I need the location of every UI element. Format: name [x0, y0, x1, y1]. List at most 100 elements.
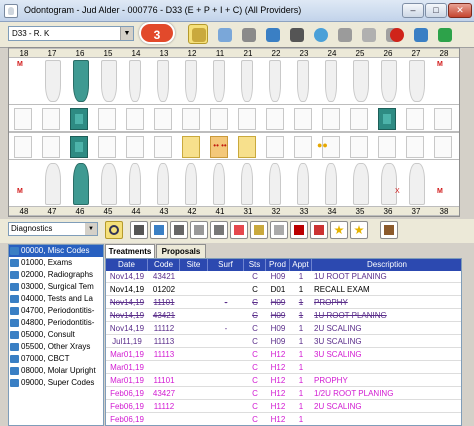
perio-chart-button[interactable] — [262, 24, 282, 44]
tooth-42[interactable] — [185, 163, 197, 205]
surface-cell-28[interactable] — [434, 108, 452, 130]
table-row[interactable]: Nov14,19 43421 C H09 1 1U ROOT PLANING — [106, 271, 461, 283]
col-header-description[interactable]: Description — [312, 259, 461, 271]
col-header-appt[interactable]: Appt — [290, 259, 312, 271]
tooth-number-48[interactable]: 48 — [10, 207, 38, 216]
tooth-16[interactable] — [73, 60, 89, 102]
tooth-35[interactable] — [353, 163, 369, 205]
edit-button[interactable] — [380, 221, 398, 239]
tooth-number-36[interactable]: 36 — [374, 207, 402, 216]
code-category-item[interactable]: 00000, Misc Codes — [9, 245, 103, 257]
missing-button[interactable] — [290, 221, 308, 239]
tooth-number-21[interactable]: 21 — [234, 49, 262, 58]
tooth-number-44[interactable]: 44 — [122, 207, 150, 216]
tooth-44[interactable] — [129, 163, 141, 205]
hygiene-button[interactable] — [150, 221, 168, 239]
tooth-number-43[interactable]: 43 — [150, 207, 178, 216]
tooth-46[interactable] — [73, 163, 89, 205]
forward-button[interactable] — [410, 24, 430, 44]
bridge-button[interactable] — [190, 221, 208, 239]
surface-cell-41[interactable] — [210, 136, 229, 158]
code-category-item[interactable]: 05000, Consult — [9, 329, 103, 341]
tooth-number-45[interactable]: 45 — [94, 207, 122, 216]
col-header-sts[interactable]: Sts — [244, 259, 266, 271]
star-button[interactable] — [330, 221, 348, 239]
surface-cell-42[interactable] — [182, 136, 200, 158]
code-category-item[interactable]: 05500, Other Xrays — [9, 341, 103, 353]
tooth-45[interactable] — [101, 163, 117, 205]
surface-cell-18[interactable] — [14, 108, 32, 130]
surface-cell-46[interactable] — [70, 136, 88, 158]
tooth-14[interactable] — [129, 60, 141, 102]
tooth-number-47[interactable]: 47 — [38, 207, 66, 216]
surface-cell-24[interactable] — [322, 108, 340, 130]
tooth-number-22[interactable]: 22 — [262, 49, 290, 58]
tooth-select-tool-button[interactable] — [188, 24, 208, 44]
surface-cell-15[interactable] — [98, 108, 116, 130]
tooth-15[interactable] — [101, 60, 117, 102]
chevron-down-icon[interactable]: ▼ — [85, 223, 97, 235]
surface-cell-45[interactable] — [98, 136, 116, 158]
table-row[interactable]: Mar01,19 C H12 1 — [106, 362, 461, 374]
table-row[interactable]: Feb06,19 43427 C H12 1 1/2U ROOT PLANING — [106, 388, 461, 400]
tooth-number-13[interactable]: 13 — [150, 49, 178, 58]
notes-button[interactable] — [358, 24, 378, 44]
surface-cell-43[interactable] — [154, 136, 172, 158]
surface-cell-12[interactable] — [182, 108, 200, 130]
tooth-34[interactable] — [325, 163, 337, 205]
surface-cell-32[interactable] — [266, 136, 284, 158]
star2-button[interactable] — [350, 221, 368, 239]
code-category-item[interactable]: 01000, Exams — [9, 257, 103, 269]
tooth-37[interactable] — [409, 163, 425, 205]
tooth-number-18[interactable]: 18 — [10, 49, 38, 58]
hygiene-tool-button[interactable] — [214, 24, 234, 44]
surface-cell-33[interactable] — [294, 136, 312, 158]
tooth-23[interactable] — [297, 60, 309, 102]
surface-cell-21[interactable] — [238, 108, 256, 130]
tooth-number-37[interactable]: 37 — [402, 207, 430, 216]
surface-cell-25[interactable] — [350, 108, 368, 130]
tooth-11[interactable] — [213, 60, 225, 102]
close-window-button[interactable]: ✕ — [448, 3, 472, 18]
col-header-date[interactable]: Date — [106, 259, 148, 271]
surface-cell-38[interactable] — [434, 136, 452, 158]
tooth-number-35[interactable]: 35 — [346, 207, 374, 216]
denture-button[interactable] — [210, 221, 228, 239]
table-row[interactable]: Feb06,19 C H12 1 — [106, 414, 461, 425]
minimize-button[interactable]: – — [402, 3, 424, 18]
tooth-select-dropdown[interactable]: D33 - R. K ▼ — [8, 26, 134, 41]
table-row[interactable]: Mar01,19 11113 C H12 1 3U SCALING — [106, 349, 461, 361]
tooth-13[interactable] — [157, 60, 169, 102]
tooth-24[interactable] — [325, 60, 337, 102]
search-button[interactable] — [105, 221, 123, 239]
tooth-number-38[interactable]: 38 — [430, 207, 458, 216]
diagnosis-dropdown[interactable]: Diagnostics ▼ — [8, 222, 98, 236]
col-header-site[interactable]: Site — [180, 259, 208, 271]
table-row[interactable]: Nov14,19 01202 C D01 1 RECALL EXAM — [106, 284, 461, 296]
surface-cell-36[interactable] — [378, 136, 396, 158]
code-category-item[interactable]: 04800, Periodontitis- — [9, 317, 103, 329]
table-row[interactable]: Jul11,19 11113 C H09 1 3U SCALING — [106, 336, 461, 348]
col-header-code[interactable]: Code — [148, 259, 180, 271]
crown-button[interactable] — [170, 221, 188, 239]
surface-cell-14[interactable] — [126, 108, 144, 130]
tooth-43[interactable] — [157, 163, 169, 205]
surface-cell-16[interactable] — [70, 108, 88, 130]
code-category-item[interactable]: 04700, Periodontitis- — [9, 305, 103, 317]
surface-cell-22[interactable] — [266, 108, 284, 130]
surface-cell-26[interactable] — [378, 108, 396, 130]
surface-cell-44[interactable] — [126, 136, 144, 158]
implant-button[interactable] — [250, 221, 268, 239]
code-category-item[interactable]: 04000, Tests and La — [9, 293, 103, 305]
table-row[interactable]: Feb06,19 11112 C H12 1 2U SCALING — [106, 401, 461, 413]
surface-cell-13[interactable] — [154, 108, 172, 130]
recycle-button[interactable] — [434, 24, 454, 44]
surface-cell-23[interactable] — [294, 108, 312, 130]
xray-button[interactable] — [286, 24, 306, 44]
tooth-21[interactable] — [241, 60, 253, 102]
tooth-number-26[interactable]: 26 — [374, 49, 402, 58]
tooth-22[interactable] — [269, 60, 281, 102]
table-row[interactable]: Nov14,19 43421 C H09 1 1U ROOT PLANING — [106, 310, 461, 322]
surface-cell-11[interactable] — [210, 108, 228, 130]
col-header-surf[interactable]: Surf — [208, 259, 244, 271]
